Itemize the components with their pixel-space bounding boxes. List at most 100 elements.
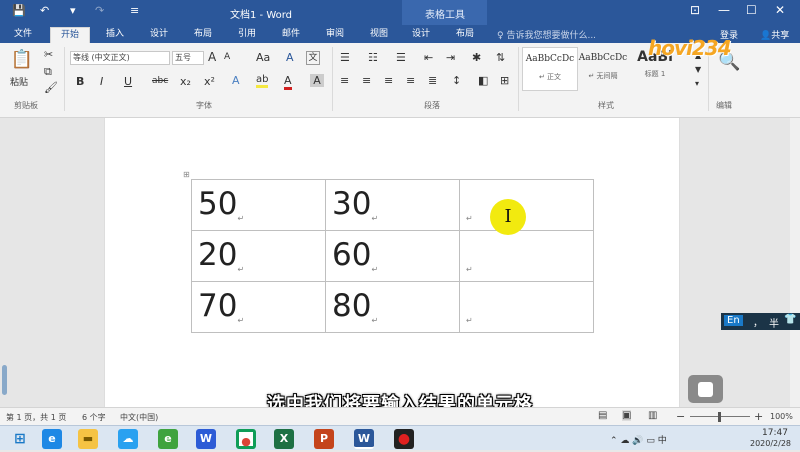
table-cell[interactable]: 50↵ (191, 179, 326, 231)
copy-icon[interactable]: ⧉ (44, 65, 52, 79)
align-right-icon[interactable]: ≡ (384, 74, 393, 87)
shrink-font-icon[interactable]: A (224, 52, 230, 62)
cut-icon[interactable]: ✂ (44, 48, 53, 61)
justify-icon[interactable]: ≡ (406, 74, 415, 87)
vertical-scrollbar[interactable] (790, 118, 800, 407)
tab-review[interactable]: 审阅 (318, 27, 352, 43)
grow-font-icon[interactable]: A (208, 50, 216, 64)
tab-insert[interactable]: 插入 (98, 27, 132, 43)
word-icon[interactable]: W (354, 429, 374, 449)
page-count[interactable]: 第 1 页，共 1 页 (6, 412, 66, 423)
decrease-indent-icon[interactable]: ⇤ (424, 51, 433, 64)
font-color-icon[interactable]: A (284, 74, 292, 90)
customize-quick-access-icon[interactable]: ≡ (130, 4, 139, 17)
start-button-icon[interactable]: ⊞ (10, 429, 30, 449)
align-left-icon[interactable]: ≡ (340, 74, 349, 87)
strikethrough-button[interactable]: abc (152, 76, 168, 86)
table-cell[interactable]: 70↵ (191, 281, 326, 333)
tab-table-layout[interactable]: 布局 (448, 27, 482, 43)
font-name-combo[interactable]: 等线 (中文正文) (70, 51, 170, 65)
word-count[interactable]: 6 个字 (82, 412, 106, 423)
distributed-icon[interactable]: ≣ (428, 74, 437, 87)
save-icon[interactable]: 💾 (12, 4, 26, 17)
clock-date[interactable]: 2020/2/28 (750, 439, 791, 448)
chinese-layout-icon[interactable]: ✱ (472, 51, 481, 64)
web-layout-icon[interactable]: ▥ (648, 410, 657, 421)
tab-home[interactable]: 开始 (50, 27, 90, 43)
share-button[interactable]: 👤共享 (760, 28, 789, 41)
text-effects-icon[interactable]: A (232, 74, 240, 87)
ribbon-display-options-icon[interactable]: ⊡ (690, 3, 700, 17)
chrome-icon[interactable]: ● (236, 429, 256, 449)
ime-skin-icon[interactable]: 👕 (784, 314, 796, 325)
print-layout-icon[interactable]: ▣ (622, 410, 632, 421)
table-cell[interactable]: 80↵ (325, 281, 460, 333)
wps-icon[interactable]: W (196, 429, 216, 449)
data-table[interactable]: 50↵ 30↵ ↵ 20↵ 60↵ ↵ 70↵ 80↵ ↵ (191, 179, 594, 333)
numbering-icon[interactable]: ☷ (368, 51, 378, 64)
language-status[interactable]: 中文(中国) (120, 412, 158, 423)
close-button[interactable]: ✕ (775, 3, 785, 17)
bold-button[interactable]: B (76, 75, 84, 88)
increase-indent-icon[interactable]: ⇥ (446, 51, 455, 64)
recorder-icon[interactable]: ● (394, 429, 414, 449)
align-center-icon[interactable]: ≡ (362, 74, 371, 87)
tab-mailings[interactable]: 邮件 (274, 27, 308, 43)
dropdown-icon[interactable]: ▾ (70, 4, 76, 17)
font-size-combo[interactable]: 五号 (172, 51, 204, 65)
italic-button[interactable]: I (100, 75, 103, 88)
zoom-thumb[interactable] (718, 412, 721, 422)
table-cell[interactable]: 60↵ (325, 230, 460, 282)
superscript-button[interactable]: x² (204, 75, 215, 88)
highlight-icon[interactable]: ab (256, 74, 269, 88)
shading-icon[interactable]: ◧ (478, 74, 488, 87)
excel-icon[interactable]: X (274, 429, 294, 449)
minimize-button[interactable]: — (718, 3, 730, 17)
zoom-in-button[interactable]: + (754, 410, 763, 423)
multilevel-list-icon[interactable]: ☰ (396, 51, 406, 64)
powerpoint-icon[interactable]: P (314, 429, 334, 449)
tab-file[interactable]: 文件 (8, 27, 38, 43)
tell-me-search[interactable]: ♀ 告诉我您想要做什么... (497, 28, 596, 41)
phonetic-guide-icon[interactable]: 文 (306, 51, 320, 65)
table-cell[interactable]: ↵ (459, 230, 594, 282)
table-cell[interactable]: ↵ (459, 179, 594, 231)
redo-icon[interactable]: ↷ (95, 4, 104, 17)
tab-layout[interactable]: 布局 (186, 27, 220, 43)
change-case-icon[interactable]: Aa (256, 51, 270, 64)
undo-icon[interactable]: ↶ (40, 4, 49, 17)
cloud-app-icon[interactable]: ☁ (118, 429, 138, 449)
paste-icon[interactable]: 📋 (10, 49, 34, 77)
table-cell[interactable]: 30↵ (325, 179, 460, 231)
ime-width[interactable]: 半 (769, 315, 779, 330)
browser-e-icon[interactable]: e (158, 429, 178, 449)
paste-label[interactable]: 粘贴 (10, 75, 28, 88)
table-move-handle-icon[interactable]: ⊞ (183, 170, 190, 179)
ie-icon[interactable]: e (42, 429, 62, 449)
tab-design[interactable]: 设计 (142, 27, 176, 43)
ime-punctuation[interactable]: ， (753, 314, 763, 329)
subscript-button[interactable]: x₂ (180, 75, 191, 88)
bullets-icon[interactable]: ☰ (340, 51, 350, 64)
sort-icon[interactable]: ⇅ (496, 51, 505, 64)
format-painter-icon[interactable]: 🖌 (44, 81, 58, 94)
ime-toolbar[interactable]: En ， 半 👕 (721, 313, 800, 330)
table-cell[interactable]: ↵ (459, 281, 594, 333)
style-normal[interactable]: AaBbCcDc ↵ 正文 (522, 47, 578, 91)
file-explorer-icon[interactable]: ▬ (78, 429, 98, 449)
char-shading-icon[interactable]: A (310, 74, 324, 87)
maximize-button[interactable]: ☐ (746, 3, 757, 17)
read-mode-icon[interactable]: ▤ (598, 410, 607, 421)
underline-button[interactable]: U (124, 75, 132, 88)
tab-view[interactable]: 视图 (362, 27, 396, 43)
clock-time[interactable]: 17:47 (762, 428, 788, 438)
table-cell[interactable]: 20↵ (191, 230, 326, 282)
clear-format-icon[interactable]: A (286, 51, 294, 64)
ime-language[interactable]: En (724, 315, 743, 326)
line-spacing-icon[interactable]: ↕ (452, 74, 461, 87)
style-no-spacing[interactable]: AaBbCcDc ↵ 无间隔 (575, 47, 631, 91)
borders-icon[interactable]: ⊞ (500, 74, 509, 87)
styles-more-icon[interactable]: ▾ (695, 79, 699, 88)
system-tray-icons[interactable]: ⌃ ☁ 🔊 ▭ 中 (610, 433, 667, 446)
tab-table-design[interactable]: 设计 (404, 27, 438, 43)
